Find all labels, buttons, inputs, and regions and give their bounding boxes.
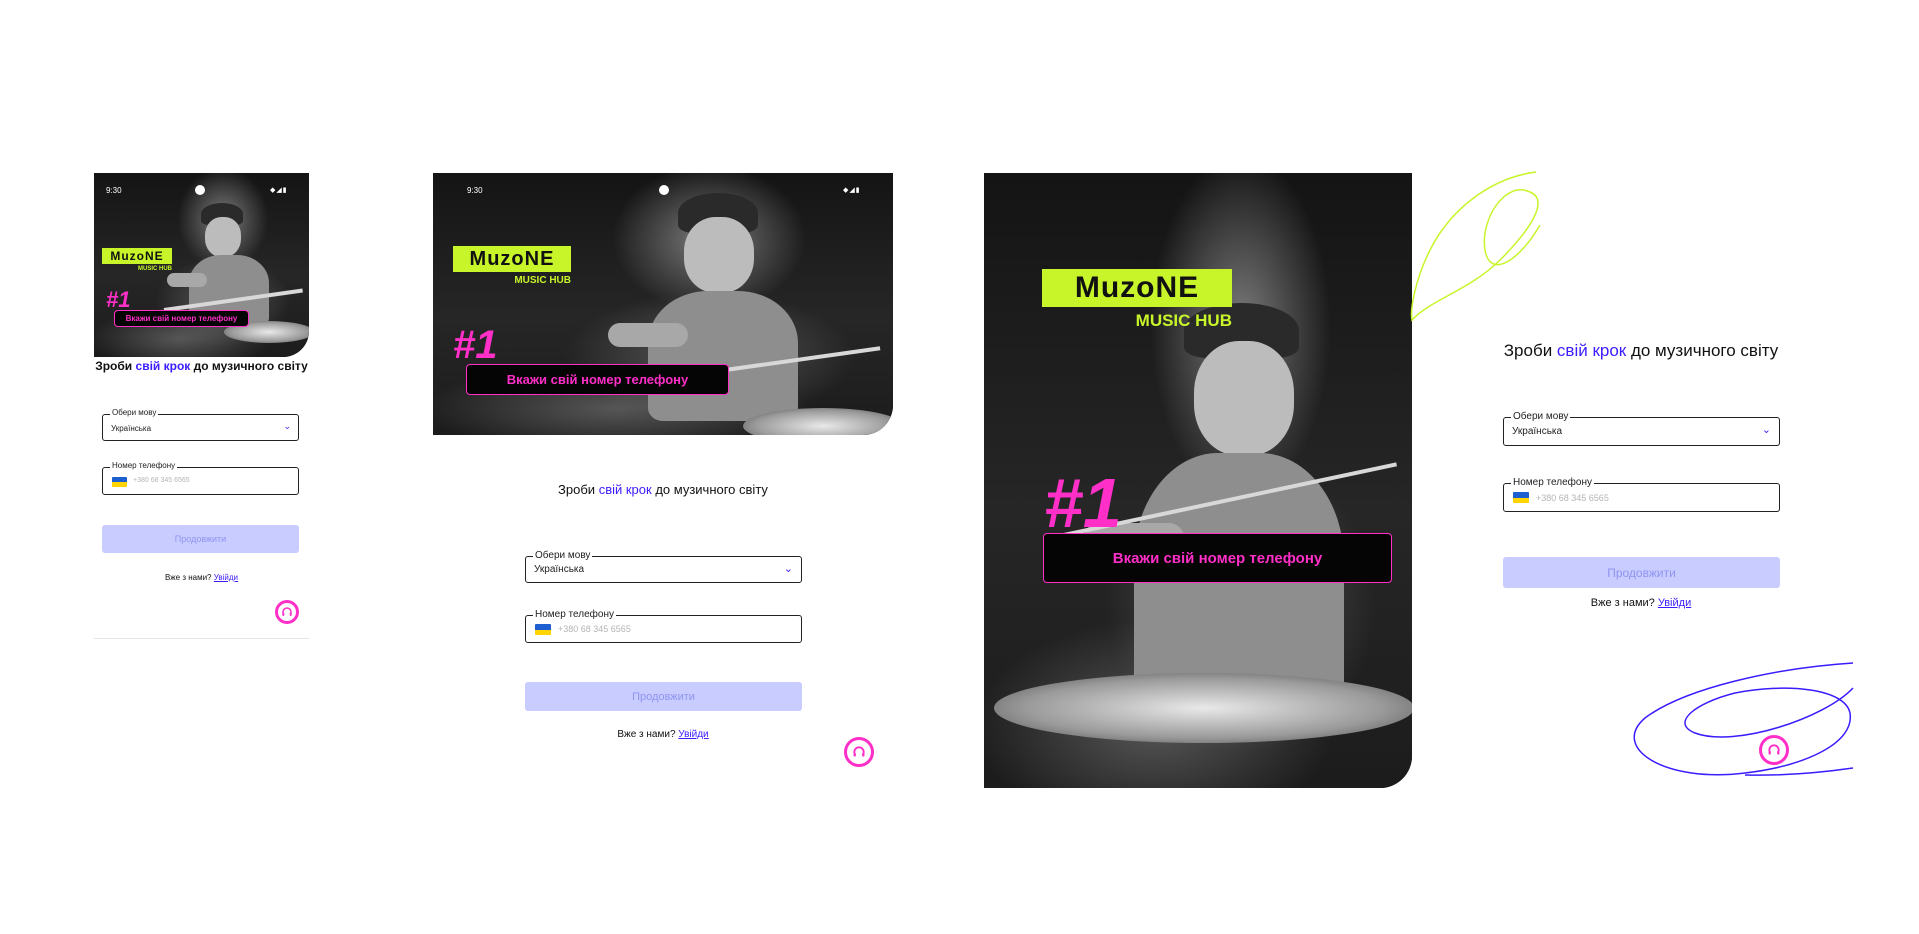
hero-photo: 9:30 ◆◢▮ MuzoNE MUSIC HUB #1 Вкажи свій … [433, 173, 893, 435]
continue-button[interactable]: Продовжити [102, 525, 299, 553]
hero-photo: 9:30 ◆◢▮ MuzoNE MUSIC HUB #1 Вкажи свій … [94, 173, 309, 357]
logo-word: MuzoNE [102, 248, 172, 264]
support-button[interactable] [275, 600, 299, 624]
phone-placeholder: +380 68 345 6565 [558, 624, 631, 634]
language-value: Українська [111, 424, 152, 433]
phone-field[interactable]: Номер телефону +380 68 345 6565 [102, 461, 299, 495]
scribble-purple-decoration [1633, 662, 1854, 776]
logo-sub: MUSIC HUB [1135, 311, 1232, 330]
logo-sub: MUSIC HUB [138, 266, 172, 272]
phone-label: Номер телефону [533, 609, 616, 620]
page-heading: Зроби свій крок до музичного світу [558, 482, 768, 497]
banner-number: #1 [453, 323, 498, 367]
login-prompt: Вже з нами? Увійди [617, 729, 709, 740]
login-link[interactable]: Увійди [678, 729, 708, 740]
status-icons: ◆◢▮ [270, 186, 288, 194]
muzone-logo: MuzoNE MUSIC HUB [1042, 269, 1232, 331]
language-select[interactable]: Обери мову Українська ⌄ [525, 550, 802, 583]
camera-dot [195, 185, 205, 195]
support-button[interactable] [1759, 735, 1789, 765]
language-label: Обери мову [110, 408, 159, 417]
language-value: Українська [534, 564, 585, 575]
login-prompt: Вже з нами? Увійди [164, 573, 239, 582]
phone-prompt-banner: Вкажи свій номер телефону [1043, 533, 1392, 583]
scribble-lime-decoration [1410, 171, 1541, 322]
continue-button[interactable]: Продовжити [1503, 557, 1780, 588]
headset-icon [282, 607, 292, 616]
ukraine-flag-icon [112, 477, 127, 487]
status-time: 9:30 [467, 186, 483, 195]
page-heading: Зроби свій крок до музичного світу [95, 359, 308, 373]
camera-dot [659, 185, 669, 195]
language-label: Обери мову [1511, 411, 1571, 422]
drummer-figure [608, 193, 848, 433]
phone-label: Номер телефону [110, 461, 178, 470]
language-select[interactable]: Обери мову Українська ⌄ [1503, 411, 1780, 446]
home-divider [94, 638, 309, 639]
phone-placeholder: +380 68 345 6565 [133, 477, 190, 484]
chevron-down-icon: ⌄ [783, 562, 793, 575]
headset-icon [1768, 744, 1780, 755]
chevron-down-icon: ⌄ [1761, 423, 1771, 436]
login-link[interactable]: Увійди [214, 573, 238, 582]
logo-word: MuzoNE [453, 246, 571, 272]
logo-sub: MUSIC HUB [514, 275, 571, 286]
headset-icon [853, 746, 865, 757]
logo-word: MuzoNE [1042, 269, 1232, 307]
login-prompt: Вже з нами? Увійди [1590, 597, 1692, 609]
phone-prompt-banner: Вкажи свій номер телефону [114, 310, 249, 327]
ukraine-flag-icon [535, 624, 551, 635]
muzone-logo: MuzoNE MUSIC HUB [453, 246, 571, 286]
phone-label: Номер телефону [1511, 477, 1594, 488]
mockup-stage: 9:30 ◆◢▮ MuzoNE MUSIC HUB #1 Вкажи свій … [0, 0, 1919, 934]
status-icons: ◆◢▮ [843, 186, 861, 194]
language-value: Українська [1512, 426, 1563, 437]
phone-field[interactable]: Номер телефону +380 68 345 6565 [525, 609, 802, 643]
page-heading: Зроби свій крок до музичного світу [1503, 341, 1779, 360]
login-link[interactable]: Увійди [1658, 597, 1691, 609]
banner-number: #1 [1044, 464, 1122, 542]
phone-placeholder: +380 68 345 6565 [1536, 493, 1609, 503]
chevron-down-icon: ⌄ [283, 422, 291, 432]
phone-field[interactable]: Номер телефону +380 68 345 6565 [1503, 477, 1780, 512]
phone-prompt-banner: Вкажи свій номер телефону [466, 364, 729, 395]
support-button[interactable] [844, 737, 874, 767]
ukraine-flag-icon [1513, 492, 1529, 503]
hero-photo: MuzoNE MUSIC HUB #1 Вкажи свій номер тел… [984, 173, 1412, 788]
language-label: Обери мову [533, 550, 593, 561]
status-time: 9:30 [106, 186, 122, 195]
continue-button[interactable]: Продовжити [525, 682, 802, 711]
muzone-logo: MuzoNE MUSIC HUB [102, 248, 172, 272]
language-select[interactable]: Обери мову Українська ⌄ [102, 408, 299, 441]
